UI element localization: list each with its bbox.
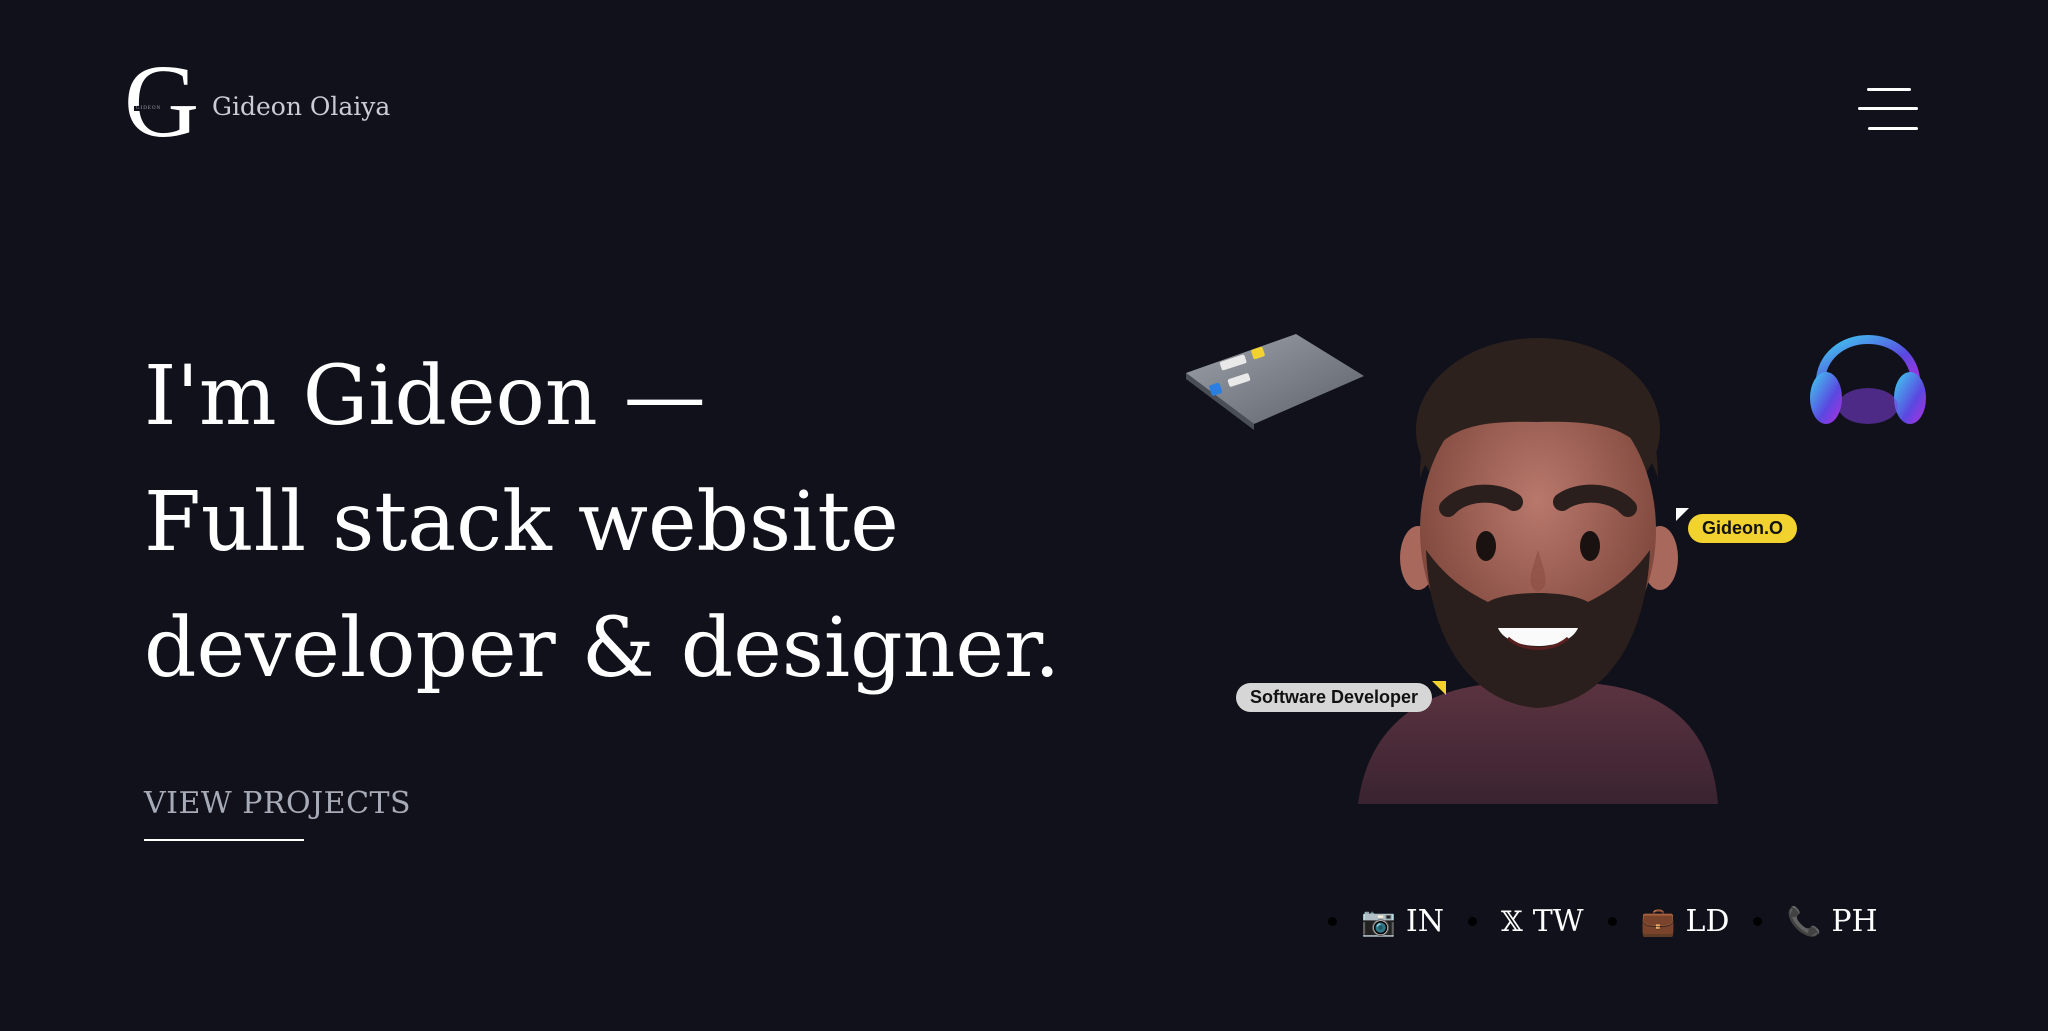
role-badge: Software Developer [1236,683,1433,712]
separator-dot [1753,917,1763,926]
view-projects-link[interactable]: VIEW PROJECTS [144,786,411,821]
menu-line [1868,127,1918,130]
phone-icon: 📞 [1786,905,1822,938]
separator-dot [1607,917,1617,926]
separator-dot [1467,917,1477,926]
social-label: PH [1831,904,1878,939]
x-logo-icon: 𝕏 [1500,905,1523,938]
hero-title-line: Full stack website [144,475,899,570]
logo[interactable]: G GIDEON [124,50,199,154]
cursor-pointer-icon [1676,508,1689,521]
social-link-instagram[interactable]: 📷 IN [1353,904,1452,939]
hero-title-line: developer & designer. [144,601,1061,696]
name-badge: Gideon.O [1688,514,1797,543]
cta-underline [144,839,304,841]
brand[interactable]: G GIDEON Gideon Olaiya [124,50,390,154]
menu-line [1867,88,1911,91]
briefcase-icon: 💼 [1640,905,1676,938]
brand-name[interactable]: Gideon Olaiya [212,92,390,121]
menu-button[interactable] [1858,84,1922,134]
separator-dot [1328,917,1337,926]
social-link-linkedin[interactable]: 💼 LD [1633,904,1738,939]
avatar-illustration: Gideon.O Software Developer [1068,280,1998,804]
logo-small-text: GIDEON [134,106,164,111]
laptop-illustration [1186,334,1364,430]
avatar-artwork [1186,334,1926,804]
social-link-twitter[interactable]: 𝕏 TW [1493,904,1592,939]
social-link-phone[interactable]: 📞 PH [1778,904,1885,939]
camera-icon: 📷 [1361,905,1396,938]
hero-title-line: I'm Gideon — [144,349,706,444]
social-label: IN [1405,904,1444,939]
hero-title: I'm Gideon — Full stack website develope… [144,334,1060,712]
cursor-pointer-icon [1432,681,1446,695]
logo-letter: G [124,44,200,159]
social-links: 📷 IN 𝕏 TW 💼 LD 📞 PH [1312,904,1886,939]
menu-line [1858,107,1918,110]
headphones-illustration [1810,335,1926,424]
social-label: LD [1685,904,1730,939]
social-label: TW [1532,904,1584,939]
